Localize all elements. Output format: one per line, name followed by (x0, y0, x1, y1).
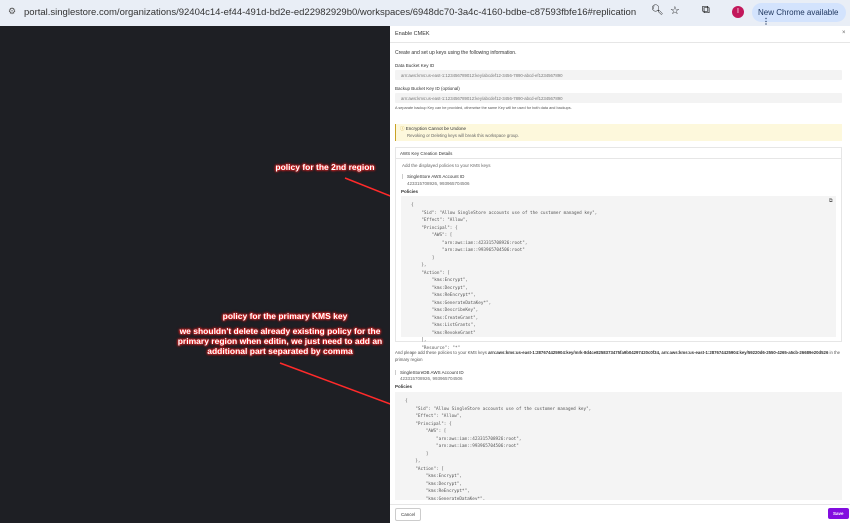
details-intro: Add the displayed policies to your KMS k… (402, 163, 491, 168)
data-key-input[interactable]: arn:aws:kms:us-east-1:123456789012:key/a… (395, 70, 842, 80)
code-line: "arn:aws:iam::423315708926:root", (411, 240, 528, 246)
divider (396, 158, 841, 159)
code-line: ] (411, 255, 435, 261)
code-line: "Sid": "Allow SingleStore accounts use o… (405, 406, 592, 412)
enable-cmek-dialog: Enable CMEK × Create and set up keys usi… (390, 26, 850, 523)
close-icon[interactable]: × (842, 30, 846, 36)
code-line: "kms:Encrypt", (405, 474, 462, 479)
extensions-icon[interactable]: ⧉ (702, 4, 710, 17)
update-label: New Chrome available (758, 8, 839, 17)
code-line: "AWS": [ (411, 233, 453, 238)
modal-backdrop (0, 26, 390, 523)
code-line: { (405, 399, 408, 404)
zoom-icon[interactable]: 🔍︎ (651, 5, 664, 16)
policy-code-block[interactable]: { "Sid": "Allow SingleStore accounts use… (395, 392, 842, 500)
warning-box: ⓘ Encryption Cannot be Undone Revoking o… (395, 124, 842, 141)
avatar[interactable]: I (732, 6, 744, 18)
warning-title: Encryption Cannot be Undone (405, 126, 467, 131)
intro-text: Create and set up keys using the followi… (395, 50, 517, 56)
annotation-primary-title: policy for the primary KMS key (222, 311, 348, 321)
divider (390, 42, 850, 43)
code-line: "kms:RevokeGrant" (411, 330, 476, 336)
primary-keys: arn:aws:kms:us-east-1:287674425904:key/m… (488, 350, 829, 355)
cancel-button[interactable]: Cancel (395, 508, 422, 521)
site-info-icon[interactable]: ⚙ (8, 6, 16, 17)
code-line: "arn:aws:iam::423315708926:root", (405, 436, 522, 442)
code-line: "arn:aws:iam::993965704506:root" (411, 248, 525, 253)
primary-prefix: And please add these policies to your KM… (395, 350, 489, 355)
code-line: "Action": [ (405, 466, 444, 472)
code-line: "kms:Decrypt", (405, 481, 462, 487)
code-line: "Action": [ (411, 270, 450, 276)
save-button[interactable]: Save (828, 508, 849, 519)
menu-dots-icon: ⋮ (762, 17, 770, 26)
code-line: "Effect": "Allow", (405, 414, 462, 419)
browser-toolbar: ⚙ portal.singlestore.com/organizations/9… (0, 0, 850, 26)
chrome-update-button[interactable]: New Chrome available ⋮ (752, 3, 846, 26)
backup-note: A separate backup Key can be provided, o… (395, 106, 572, 110)
code-line: "kms:Encrypt", (411, 278, 468, 283)
code-line: ], (411, 338, 427, 343)
code-line: "kms:ListGrants", (411, 323, 476, 328)
backup-key-label: Backup Bucket Key ID (optional) (395, 86, 460, 91)
aws-details-card: AWS Key Creation Details Add the display… (395, 147, 842, 358)
code-line: "AWS": [ (405, 429, 447, 434)
code-line: "Effect": "Allow", (411, 218, 468, 223)
bookmark-star-icon[interactable]: ☆ (670, 4, 680, 17)
code-line: "arn:aws:iam::993965704506:root" (405, 444, 519, 449)
annotation-primary-note: we shouldn't delete already existing pol… (177, 326, 383, 356)
annotation-second-region: policy for the 2nd region (275, 162, 375, 172)
code-line: "Sid": "Allow SingleStore accounts use o… (411, 210, 598, 216)
account-label: SingleStoreDB AWS Account ID (395, 370, 464, 375)
code-line: "Principal": { (411, 225, 458, 231)
address-bar[interactable]: portal.singlestore.com/organizations/924… (24, 7, 636, 18)
code-line: }, (411, 263, 427, 268)
backup-key-input[interactable]: arn:aws:kms:us-east-1:123456789012:key/a… (395, 93, 842, 103)
code-line: }, (405, 459, 421, 464)
account-ids: 423315708926, 993965704506 (400, 376, 463, 381)
primary-region-text: And please add these policies to your KM… (395, 350, 845, 363)
code-line: { (411, 203, 414, 208)
account-label: SingleStore AWS Account ID (402, 174, 464, 179)
code-line: "kms:Decrypt", (411, 285, 468, 291)
account-ids: 423315708926, 993965704506 (407, 181, 470, 186)
code-line: "kms:ReEncrypt*", (411, 293, 476, 298)
warning-icon: ⓘ (400, 126, 405, 131)
dialog-title: Enable CMEK (395, 31, 430, 37)
code-line: "Principal": { (405, 421, 452, 427)
divider (390, 504, 850, 505)
copy-icon[interactable]: ⧉ (829, 198, 833, 204)
warning-text: Revoking or Deleting keys will break thi… (407, 133, 520, 138)
policy-code-block[interactable]: { "Sid": "Allow SingleStore accounts use… (401, 196, 836, 358)
details-title: AWS Key Creation Details (400, 151, 453, 156)
code-line: ] (405, 451, 429, 457)
code-line: "kms:GenerateDataKey*", (405, 496, 486, 501)
code-line: "kms:DescribeKey", (411, 308, 479, 313)
data-key-label: Data Bucket Key ID (395, 63, 435, 68)
policies-label: Policies (401, 189, 419, 194)
code-line: "kms:GenerateDataKey*", (411, 300, 492, 306)
policies-label: Policies (395, 384, 413, 389)
code-line: "kms:ReEncrypt*", (405, 489, 470, 494)
code-line: "kms:CreateGrant", (411, 315, 479, 321)
